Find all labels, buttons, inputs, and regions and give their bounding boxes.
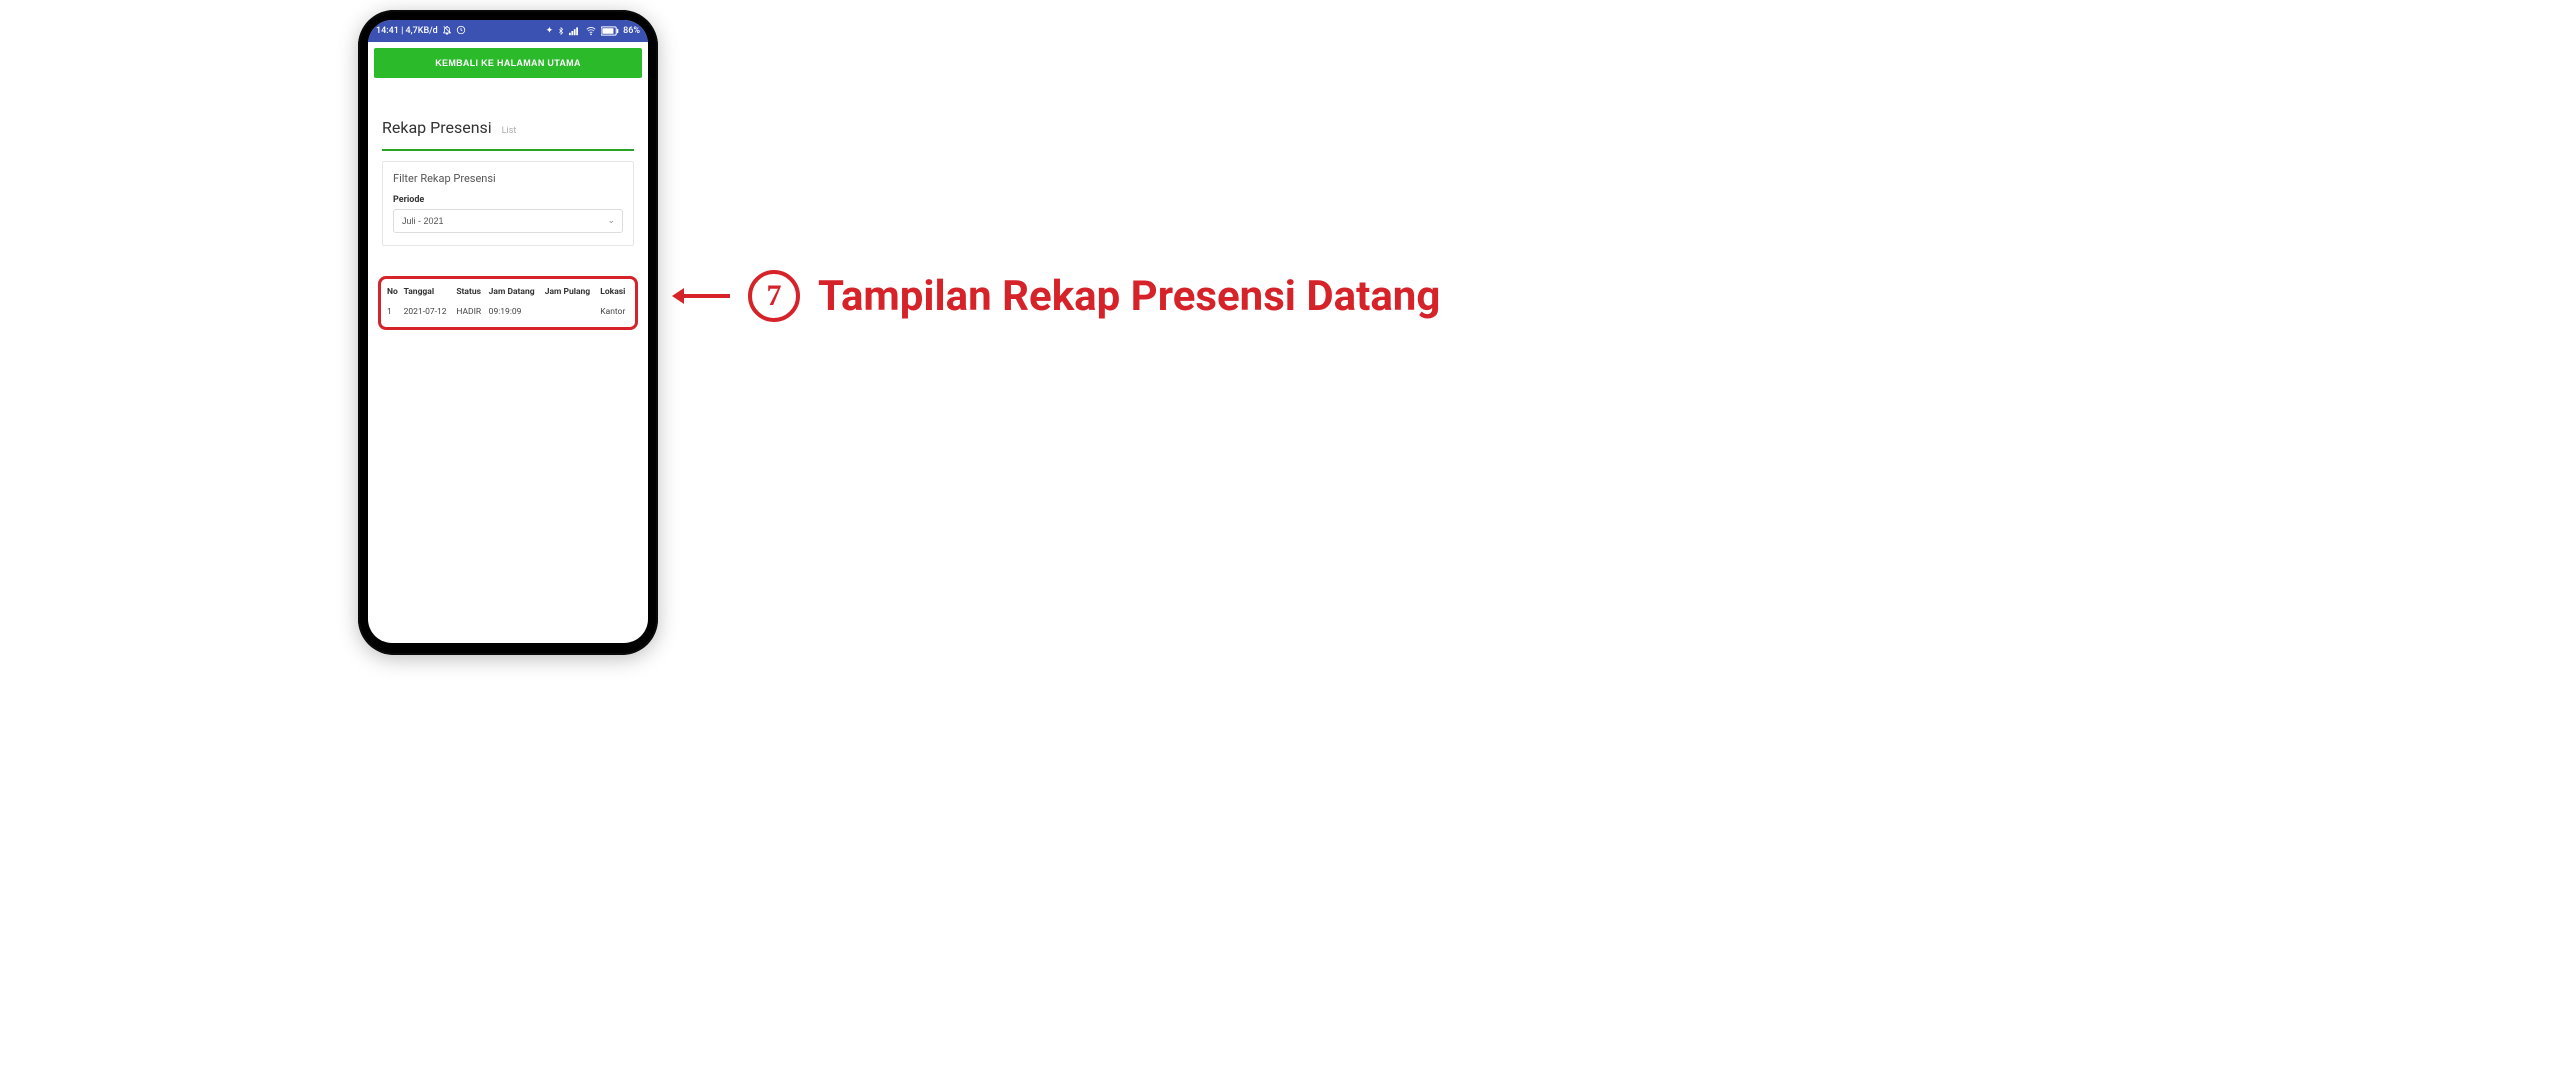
wifi-icon — [585, 26, 597, 36]
filter-card-title: Filter Rekap Presensi — [393, 172, 623, 185]
th-tanggal: Tanggal — [402, 283, 455, 303]
annotation-text: Tampilan Rekap Presensi Datang — [818, 272, 1440, 321]
status-bar-right: ✦ 86% — [546, 26, 640, 36]
battery-percent: 86% — [623, 26, 640, 36]
th-jam-pulang: Jam Pulang — [543, 283, 599, 303]
th-no: No — [385, 283, 402, 303]
td-no: 1 — [385, 303, 402, 321]
filter-card: Filter Rekap Presensi Periode ⌄ — [382, 161, 634, 246]
annotation-number-circle: 7 — [748, 270, 800, 322]
annotation-number: 7 — [767, 279, 782, 313]
periode-select-wrap: ⌄ — [393, 209, 623, 233]
th-status: Status — [454, 283, 486, 303]
td-jam-pulang — [543, 303, 599, 321]
back-home-button[interactable]: KEMBALI KE HALAMAN UTAMA — [374, 48, 642, 78]
arrow-left-icon — [680, 294, 730, 298]
battery-icon — [601, 26, 619, 36]
rekap-table: No Tanggal Status Jam Datang Jam Pulang … — [385, 283, 631, 321]
bell-off-icon — [442, 25, 452, 38]
signal-icon — [569, 26, 581, 36]
bluetooth-icon — [557, 26, 565, 36]
periode-select[interactable] — [393, 209, 623, 233]
status-bar: 14:41 | 4,7KB/d ✦ — [368, 20, 648, 42]
page-title: Rekap Presensi — [382, 118, 492, 137]
page-subtitle: List — [502, 126, 517, 136]
top-button-wrap: KEMBALI KE HALAMAN UTAMA — [368, 42, 648, 78]
title-underline — [382, 149, 634, 151]
table-header-row: No Tanggal Status Jam Datang Jam Pulang … — [385, 283, 631, 303]
td-lokasi: Kantor — [598, 303, 631, 321]
phone-screen: 14:41 | 4,7KB/d ✦ — [368, 20, 648, 643]
td-status: HADIR — [454, 303, 486, 321]
page-title-wrap: Rekap Presensi List — [368, 78, 648, 143]
status-time-net: 14:41 | 4,7KB/d — [376, 26, 438, 36]
th-lokasi: Lokasi — [598, 283, 631, 303]
status-bar-left: 14:41 | 4,7KB/d — [376, 25, 466, 38]
table-row: 1 2021-07-12 HADIR 09:19:09 Kantor — [385, 303, 631, 321]
annotation-callout: 7 Tampilan Rekap Presensi Datang — [680, 270, 1440, 322]
th-jam-datang: Jam Datang — [487, 283, 543, 303]
rekap-table-highlight: No Tanggal Status Jam Datang Jam Pulang … — [378, 276, 638, 330]
phone-frame: 14:41 | 4,7KB/d ✦ — [358, 10, 658, 655]
td-tanggal: 2021-07-12 — [402, 303, 455, 321]
clock-icon — [456, 25, 466, 38]
nav-icon: ✦ — [546, 26, 554, 36]
td-jam-datang: 09:19:09 — [487, 303, 543, 321]
periode-label: Periode — [393, 195, 623, 205]
